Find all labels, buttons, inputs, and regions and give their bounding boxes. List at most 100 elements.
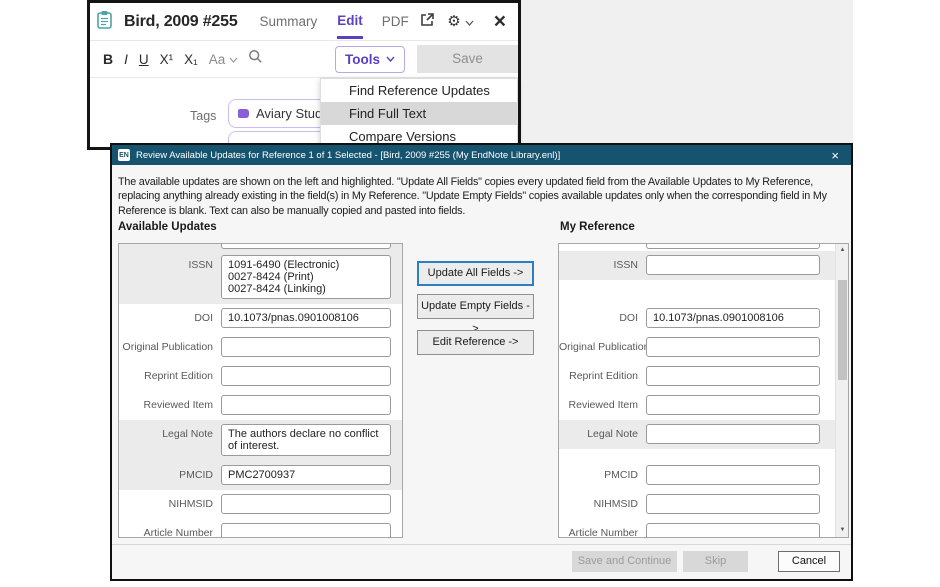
- field-label: DOI: [559, 308, 646, 328]
- field-input[interactable]: [221, 523, 391, 538]
- field-input[interactable]: 1091-6490 (Electronic) 0027-8424 (Print)…: [221, 255, 391, 299]
- open-in-new-window-icon[interactable]: [420, 12, 435, 32]
- field-input[interactable]: [646, 337, 820, 357]
- field-input[interactable]: PMC2700937: [221, 465, 391, 485]
- gear-chevron-down-icon[interactable]: [465, 13, 474, 31]
- field-label: Reprint Edition: [119, 366, 221, 386]
- endnote-app-icon: EN: [118, 149, 130, 161]
- field-input[interactable]: [221, 395, 391, 415]
- reference-title: Bird, 2009 #255: [124, 13, 238, 31]
- field-label: NIHMSID: [119, 494, 221, 514]
- edit-reference-button[interactable]: Edit Reference ->: [417, 330, 534, 355]
- field-row: Original Publication: [559, 333, 848, 362]
- field-row: Legal NoteThe authors declare no conflic…: [119, 420, 402, 461]
- field-row: Reviewed Item: [559, 391, 848, 420]
- gear-icon[interactable]: ⚙: [447, 14, 460, 29]
- dialog-close-icon[interactable]: ×: [825, 149, 845, 162]
- right-panel-scrollbar[interactable]: ▲ ▼: [835, 244, 848, 537]
- field-label: Reprint Edition: [559, 366, 646, 386]
- available-updates-heading: Available Updates: [118, 221, 217, 233]
- field-row: NIHMSID: [559, 490, 848, 519]
- tab-edit[interactable]: Edit: [337, 13, 363, 39]
- field-label: Article Number: [559, 523, 646, 538]
- field-row: DOI10.1073/pnas.0901008106: [559, 304, 848, 333]
- subscript-button[interactable]: X₁: [184, 52, 198, 67]
- field-input[interactable]: [646, 424, 820, 444]
- field-label: ISSN: [559, 255, 646, 275]
- field-highlight-band: PMCID: [559, 461, 848, 490]
- scroll-up-icon[interactable]: ▲: [836, 244, 849, 257]
- field-label: PMCID: [119, 465, 221, 485]
- tags-label: Tags: [190, 109, 216, 123]
- field-highlight-band: ISSN: [559, 251, 848, 280]
- field-input[interactable]: [646, 465, 820, 485]
- field-label: Original Publication: [559, 337, 646, 357]
- field-input[interactable]: [646, 366, 820, 386]
- clipboard-icon: [96, 10, 113, 34]
- field-input[interactable]: [646, 494, 820, 514]
- update-empty-fields-button[interactable]: Update Empty Fields ->: [417, 294, 534, 319]
- footer-divider: [112, 544, 851, 545]
- field-highlight-band: Legal Note: [559, 420, 848, 449]
- save-and-continue-button: Save and Continue: [572, 551, 677, 572]
- field-input[interactable]: 10.1073/pnas.0901008106: [221, 308, 391, 328]
- scrollbar-thumb[interactable]: [838, 280, 847, 380]
- case-chevron-down-icon[interactable]: [229, 50, 238, 68]
- dialog-title: Review Available Updates for Reference 1…: [136, 150, 825, 161]
- tab-pdf[interactable]: PDF: [382, 14, 409, 29]
- field-input[interactable]: [646, 395, 820, 415]
- field-input-partial[interactable]: [221, 244, 391, 249]
- field-input[interactable]: [221, 494, 391, 514]
- skip-button: Skip: [683, 551, 748, 572]
- field-input[interactable]: [646, 523, 820, 538]
- field-row: NIHMSID: [119, 490, 402, 519]
- scroll-down-icon[interactable]: ▼: [836, 524, 849, 537]
- field-input[interactable]: [646, 255, 820, 275]
- bold-button[interactable]: B: [103, 51, 113, 67]
- field-label: NIHMSID: [559, 494, 646, 514]
- editor-close-icon[interactable]: ×: [494, 11, 506, 32]
- update-all-fields-button[interactable]: Update All Fields ->: [417, 261, 534, 286]
- field-row: Article Number: [119, 519, 402, 538]
- field-row: Reviewed Item: [119, 391, 402, 420]
- field-row: DOI10.1073/pnas.0901008106: [119, 304, 402, 333]
- field-row: ISSN: [559, 251, 848, 304]
- tools-menu: Find Reference Updates Find Full Text Co…: [320, 78, 518, 148]
- field-label: Reviewed Item: [559, 395, 646, 415]
- field-label: Legal Note: [559, 424, 646, 444]
- field-label: Reviewed Item: [119, 395, 221, 415]
- cancel-button[interactable]: Cancel: [778, 551, 840, 572]
- field-input[interactable]: 10.1073/pnas.0901008106: [646, 308, 820, 328]
- menu-item-find-full-text[interactable]: Find Full Text: [321, 102, 517, 125]
- field-row: Article Number: [559, 519, 848, 538]
- app-background: [521, 0, 853, 146]
- field-row: Original Publication: [119, 333, 402, 362]
- field-highlight-band: Original Publication: [559, 333, 848, 362]
- field-highlight-band: DOI10.1073/pnas.0901008106: [559, 304, 848, 333]
- field-label: PMCID: [559, 465, 646, 485]
- field-highlight-band: Reprint Edition: [559, 362, 848, 391]
- underline-button[interactable]: U: [139, 52, 149, 67]
- field-row: PMCIDPMC2700937: [119, 461, 402, 490]
- field-input-partial[interactable]: [646, 244, 820, 249]
- text-case-button[interactable]: Aa: [209, 52, 226, 67]
- dialog-titlebar: EN Review Available Updates for Referenc…: [112, 145, 851, 165]
- search-icon[interactable]: [248, 49, 263, 69]
- my-reference-panel: ▲ ▼ ISSNDOI10.1073/pnas.0901008106Origin…: [558, 243, 849, 538]
- field-input[interactable]: [221, 337, 391, 357]
- tab-summary[interactable]: Summary: [260, 14, 318, 29]
- field-highlight-band: NIHMSID: [559, 490, 848, 519]
- tools-button[interactable]: Tools: [335, 46, 405, 73]
- italic-button[interactable]: I: [124, 52, 128, 67]
- field-label: Legal Note: [119, 424, 221, 444]
- scrolled-row-sliver: [119, 244, 402, 251]
- field-highlight-band: Article Number: [559, 519, 848, 538]
- superscript-button[interactable]: X¹: [160, 52, 174, 67]
- scrolled-row-sliver: [559, 244, 848, 251]
- menu-item-find-reference-updates[interactable]: Find Reference Updates: [321, 79, 517, 102]
- field-input[interactable]: The authors declare no conflict of inter…: [221, 424, 391, 456]
- field-highlight-band: Reviewed Item: [559, 391, 848, 420]
- editor-titlebar: Bird, 2009 #255 Summary Edit PDF ⚙ ×: [90, 3, 518, 41]
- field-row: Reprint Edition: [559, 362, 848, 391]
- field-input[interactable]: [221, 366, 391, 386]
